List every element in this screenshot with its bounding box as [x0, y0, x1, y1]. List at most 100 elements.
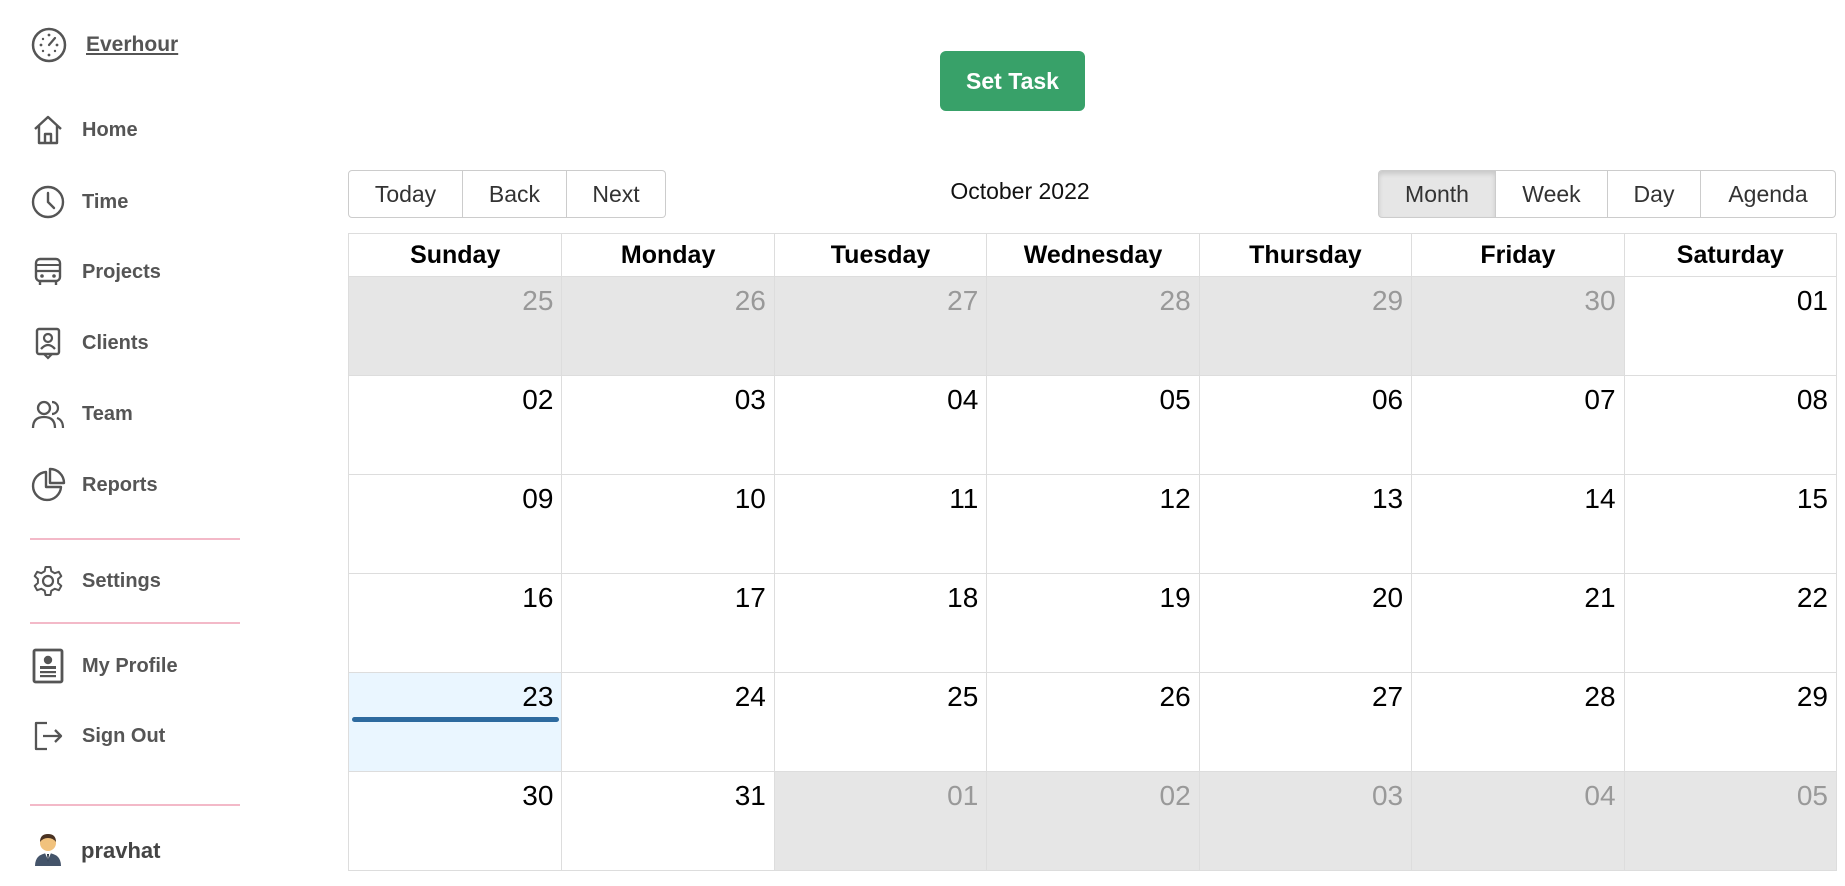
- sidebar-item-team[interactable]: Team: [30, 394, 133, 434]
- day-number[interactable]: 13: [1372, 483, 1403, 515]
- day-number[interactable]: 30: [1584, 285, 1615, 317]
- brand-label[interactable]: Everhour: [86, 33, 178, 57]
- day-number[interactable]: 07: [1584, 384, 1615, 416]
- day-number[interactable]: 10: [735, 483, 766, 515]
- day-number[interactable]: 26: [1160, 681, 1191, 713]
- day-cell[interactable]: 10: [561, 475, 774, 573]
- day-number[interactable]: 30: [522, 780, 553, 812]
- day-number[interactable]: 29: [1797, 681, 1828, 713]
- day-number[interactable]: 27: [947, 285, 978, 317]
- day-cell[interactable]: 29: [1198, 277, 1412, 375]
- day-number[interactable]: 15: [1797, 483, 1828, 515]
- day-cell[interactable]: 05: [986, 376, 1199, 474]
- sidebar-item-reports[interactable]: Reports: [30, 465, 158, 505]
- back-button[interactable]: Back: [463, 170, 567, 218]
- day-cell[interactable]: 05: [1623, 772, 1836, 870]
- day-number[interactable]: 25: [947, 681, 978, 713]
- day-cell[interactable]: 08: [1623, 376, 1836, 474]
- day-cell[interactable]: 17: [561, 574, 774, 672]
- day-cell[interactable]: 26: [561, 277, 774, 375]
- day-number[interactable]: 28: [1160, 285, 1191, 317]
- day-number[interactable]: 29: [1372, 285, 1403, 317]
- day-view-button[interactable]: Day: [1608, 170, 1701, 218]
- day-cell[interactable]: 24: [561, 673, 774, 771]
- day-cell[interactable]: 28: [1411, 673, 1624, 771]
- day-number[interactable]: 12: [1160, 483, 1191, 515]
- day-cell[interactable]: 11: [773, 475, 987, 573]
- day-number[interactable]: 31: [735, 780, 766, 812]
- day-number[interactable]: 03: [735, 384, 766, 416]
- day-cell[interactable]: 13: [1198, 475, 1412, 573]
- day-number[interactable]: 01: [947, 780, 978, 812]
- sidebar-item-home[interactable]: Home: [30, 110, 138, 150]
- day-cell[interactable]: 02: [986, 772, 1199, 870]
- day-number[interactable]: 21: [1584, 582, 1615, 614]
- user-profile[interactable]: pravhat: [33, 830, 160, 871]
- day-cell[interactable]: 18: [773, 574, 987, 672]
- sidebar-item-projects[interactable]: Projects: [30, 252, 161, 292]
- day-cell[interactable]: 12: [986, 475, 1199, 573]
- event-bar[interactable]: [352, 717, 560, 722]
- day-number[interactable]: 20: [1372, 582, 1403, 614]
- day-number[interactable]: 23: [522, 681, 553, 713]
- day-number[interactable]: 04: [1584, 780, 1615, 812]
- day-cell[interactable]: 03: [561, 376, 774, 474]
- day-number[interactable]: 05: [1797, 780, 1828, 812]
- day-cell[interactable]: 20: [1198, 574, 1412, 672]
- day-number[interactable]: 24: [735, 681, 766, 713]
- sidebar-item-sign-out[interactable]: Sign Out: [30, 716, 165, 756]
- week-view-button[interactable]: Week: [1496, 170, 1608, 218]
- day-cell[interactable]: 27: [1198, 673, 1412, 771]
- day-number[interactable]: 08: [1797, 384, 1828, 416]
- day-number[interactable]: 01: [1797, 285, 1828, 317]
- day-number[interactable]: 03: [1372, 780, 1403, 812]
- day-number[interactable]: 11: [949, 483, 978, 515]
- day-number[interactable]: 28: [1584, 681, 1615, 713]
- day-cell-today[interactable]: 23: [349, 673, 562, 771]
- day-number[interactable]: 02: [1160, 780, 1191, 812]
- day-cell[interactable]: 30: [1411, 277, 1624, 375]
- day-number[interactable]: 17: [735, 582, 766, 614]
- day-cell[interactable]: 16: [349, 574, 562, 672]
- day-number[interactable]: 04: [947, 384, 978, 416]
- sidebar-item-settings[interactable]: Settings: [30, 561, 161, 601]
- day-number[interactable]: 22: [1797, 582, 1828, 614]
- day-cell[interactable]: 25: [773, 673, 987, 771]
- day-cell[interactable]: 22: [1623, 574, 1836, 672]
- day-cell[interactable]: 14: [1411, 475, 1624, 573]
- day-number[interactable]: 27: [1372, 681, 1403, 713]
- day-cell[interactable]: 27: [773, 277, 987, 375]
- month-view-button[interactable]: Month: [1378, 170, 1496, 218]
- day-cell[interactable]: 03: [1198, 772, 1412, 870]
- day-cell[interactable]: 25: [349, 277, 562, 375]
- day-cell[interactable]: 09: [349, 475, 562, 573]
- brand[interactable]: Everhour: [30, 26, 178, 64]
- day-cell[interactable]: 31: [561, 772, 774, 870]
- day-cell[interactable]: 04: [1411, 772, 1624, 870]
- sidebar-item-clients[interactable]: Clients: [30, 323, 149, 363]
- day-number[interactable]: 18: [947, 582, 978, 614]
- set-task-button[interactable]: Set Task: [940, 51, 1085, 111]
- day-number[interactable]: 06: [1372, 384, 1403, 416]
- next-button[interactable]: Next: [567, 170, 666, 218]
- day-cell[interactable]: 30: [349, 772, 562, 870]
- day-cell[interactable]: 29: [1623, 673, 1836, 771]
- agenda-view-button[interactable]: Agenda: [1701, 170, 1836, 218]
- day-cell[interactable]: 15: [1623, 475, 1836, 573]
- day-number[interactable]: 14: [1584, 483, 1615, 515]
- day-number[interactable]: 02: [522, 384, 553, 416]
- day-number[interactable]: 26: [735, 285, 766, 317]
- day-number[interactable]: 16: [522, 582, 553, 614]
- day-cell[interactable]: 07: [1411, 376, 1624, 474]
- day-number[interactable]: 09: [522, 483, 553, 515]
- day-cell[interactable]: 26: [986, 673, 1199, 771]
- day-cell[interactable]: 02: [349, 376, 562, 474]
- day-cell[interactable]: 01: [773, 772, 987, 870]
- day-cell[interactable]: 01: [1623, 277, 1836, 375]
- day-cell[interactable]: 04: [773, 376, 987, 474]
- day-number[interactable]: 25: [522, 285, 553, 317]
- day-cell[interactable]: 21: [1411, 574, 1624, 672]
- sidebar-item-my-profile[interactable]: My Profile: [30, 646, 178, 686]
- day-number[interactable]: 05: [1160, 384, 1191, 416]
- day-cell[interactable]: 19: [986, 574, 1199, 672]
